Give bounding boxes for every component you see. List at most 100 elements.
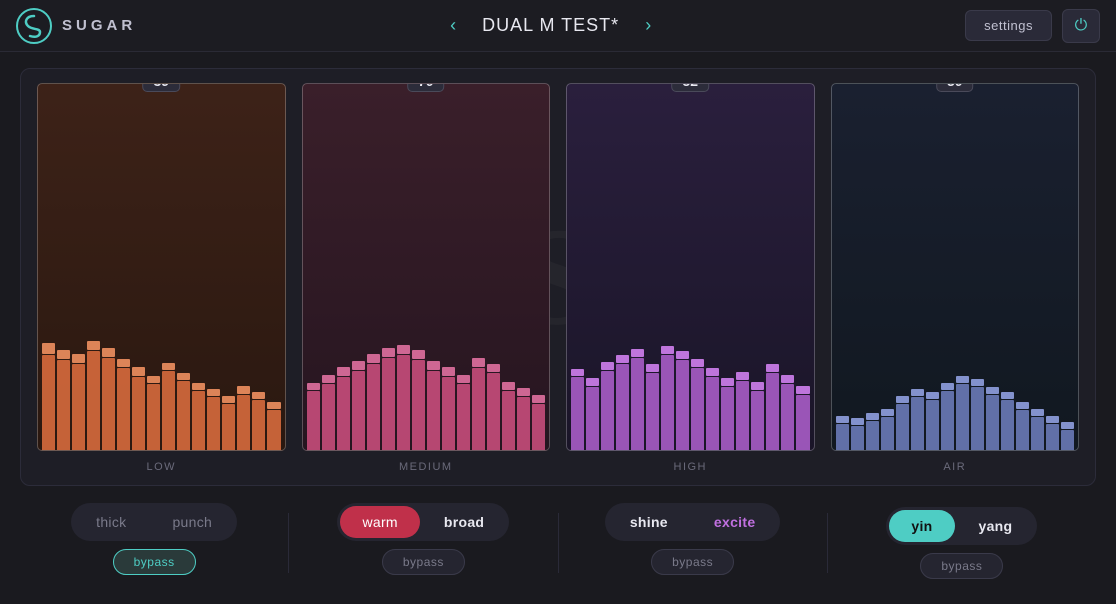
toggle-btn-broad[interactable]: broad (422, 506, 506, 538)
bar-wrap (721, 378, 734, 450)
bar-main (132, 377, 145, 450)
bar-wrap (986, 387, 999, 450)
bar-top (442, 367, 455, 376)
bar-wrap (866, 413, 879, 450)
bar-main (781, 384, 794, 450)
bar-main (267, 410, 280, 450)
bar-main (586, 387, 599, 450)
bar-wrap (1061, 422, 1074, 450)
bar-top (986, 387, 999, 394)
bar-wrap (472, 358, 485, 450)
bar-main (796, 395, 809, 450)
toggle-btn-yin[interactable]: yin (889, 510, 954, 542)
band-box-low: 39 (37, 83, 286, 451)
bar-top (87, 341, 100, 350)
next-preset-button[interactable]: › (637, 11, 659, 40)
band-label-medium: MEDIUM (302, 457, 551, 473)
bar-top (1061, 422, 1074, 429)
bar-main (706, 377, 719, 450)
bar-top (147, 376, 160, 383)
bar-main (751, 391, 764, 450)
bar-wrap (751, 382, 764, 450)
prev-preset-button[interactable]: ‹ (442, 11, 464, 40)
toggle-btn-excite[interactable]: excite (692, 506, 778, 538)
toggle-btn-warm[interactable]: warm (340, 506, 419, 538)
bar-main (926, 400, 939, 450)
bar-wrap (706, 368, 719, 450)
bar-wrap (267, 402, 280, 450)
bar-main (646, 373, 659, 450)
toggle-btn-yang[interactable]: yang (957, 510, 1035, 542)
bar-main (237, 395, 250, 450)
bar-wrap (736, 372, 749, 450)
bar-wrap (586, 378, 599, 450)
bar-wrap (192, 383, 205, 450)
bar-wrap (307, 383, 320, 450)
band-section-air: 50AIR (825, 79, 1086, 475)
bar-top (796, 386, 809, 394)
bar-top (322, 375, 335, 383)
band-box-high: 52 (566, 83, 815, 451)
bar-wrap (911, 389, 924, 450)
toggle-group-medium-ctrl: warmbroad (337, 503, 509, 541)
bar-wrap (781, 375, 794, 450)
band-controls-high-ctrl: shineexcite bypass (559, 503, 827, 583)
bar-top (751, 382, 764, 390)
bypass-btn-low-ctrl[interactable]: bypass (113, 549, 196, 575)
settings-button[interactable]: settings (965, 10, 1052, 41)
visualizer: S 39LOW70MEDIUM52HIGH50AIR (20, 68, 1096, 486)
header-left: SUGAR (16, 8, 136, 44)
bar-main (691, 368, 704, 450)
bar-wrap (836, 416, 849, 450)
bar-top (851, 418, 864, 425)
bar-top (337, 367, 350, 376)
bar-top (676, 351, 689, 359)
bar-main (457, 384, 470, 450)
bar-top (72, 354, 85, 363)
bar-top (382, 348, 395, 357)
toggle-btn-shine[interactable]: shine (608, 506, 690, 538)
bar-wrap (1016, 402, 1029, 450)
bar-main (616, 364, 629, 450)
toggle-group-air-ctrl: yinyang (886, 507, 1037, 545)
band-box-air: 50 (831, 83, 1080, 451)
header: SUGAR ‹ DUAL M TEST* › settings ⏻ (0, 0, 1116, 52)
band-controls-low-ctrl: thickpunch bypass (20, 503, 288, 583)
bar-wrap (382, 348, 395, 450)
bar-main (162, 371, 175, 450)
bar-wrap (926, 392, 939, 450)
bypass-btn-air-ctrl[interactable]: bypass (920, 553, 1003, 579)
toggle-group-high-ctrl: shineexcite (605, 503, 781, 541)
bar-main (177, 381, 190, 450)
bar-top (631, 349, 644, 357)
bar-top (1046, 416, 1059, 423)
power-button[interactable]: ⏻ (1062, 9, 1100, 43)
bar-wrap (502, 382, 515, 450)
bar-top (367, 354, 380, 363)
bar-top (866, 413, 879, 420)
bar-wrap (102, 348, 115, 450)
bypass-btn-medium-ctrl[interactable]: bypass (382, 549, 465, 575)
bar-wrap (147, 376, 160, 450)
bar-main (42, 355, 55, 450)
bar-top (1031, 409, 1044, 416)
bar-top (601, 362, 614, 370)
bar-wrap (661, 346, 674, 450)
band-section-high: 52HIGH (560, 79, 821, 475)
toggle-btn-punch[interactable]: punch (150, 506, 234, 538)
bar-wrap (237, 386, 250, 450)
bar-wrap (57, 350, 70, 450)
bar-top (267, 402, 280, 409)
bar-top (721, 378, 734, 386)
bar-top (941, 383, 954, 390)
bar-wrap (532, 395, 545, 450)
bar-wrap (1031, 409, 1044, 450)
bar-top (487, 364, 500, 372)
toggle-btn-thick[interactable]: thick (74, 506, 148, 538)
bar-top (706, 368, 719, 376)
bar-wrap (1001, 392, 1014, 450)
bar-wrap (352, 361, 365, 450)
header-right: settings ⏻ (965, 9, 1100, 43)
bypass-btn-high-ctrl[interactable]: bypass (651, 549, 734, 575)
bar-top (971, 379, 984, 386)
